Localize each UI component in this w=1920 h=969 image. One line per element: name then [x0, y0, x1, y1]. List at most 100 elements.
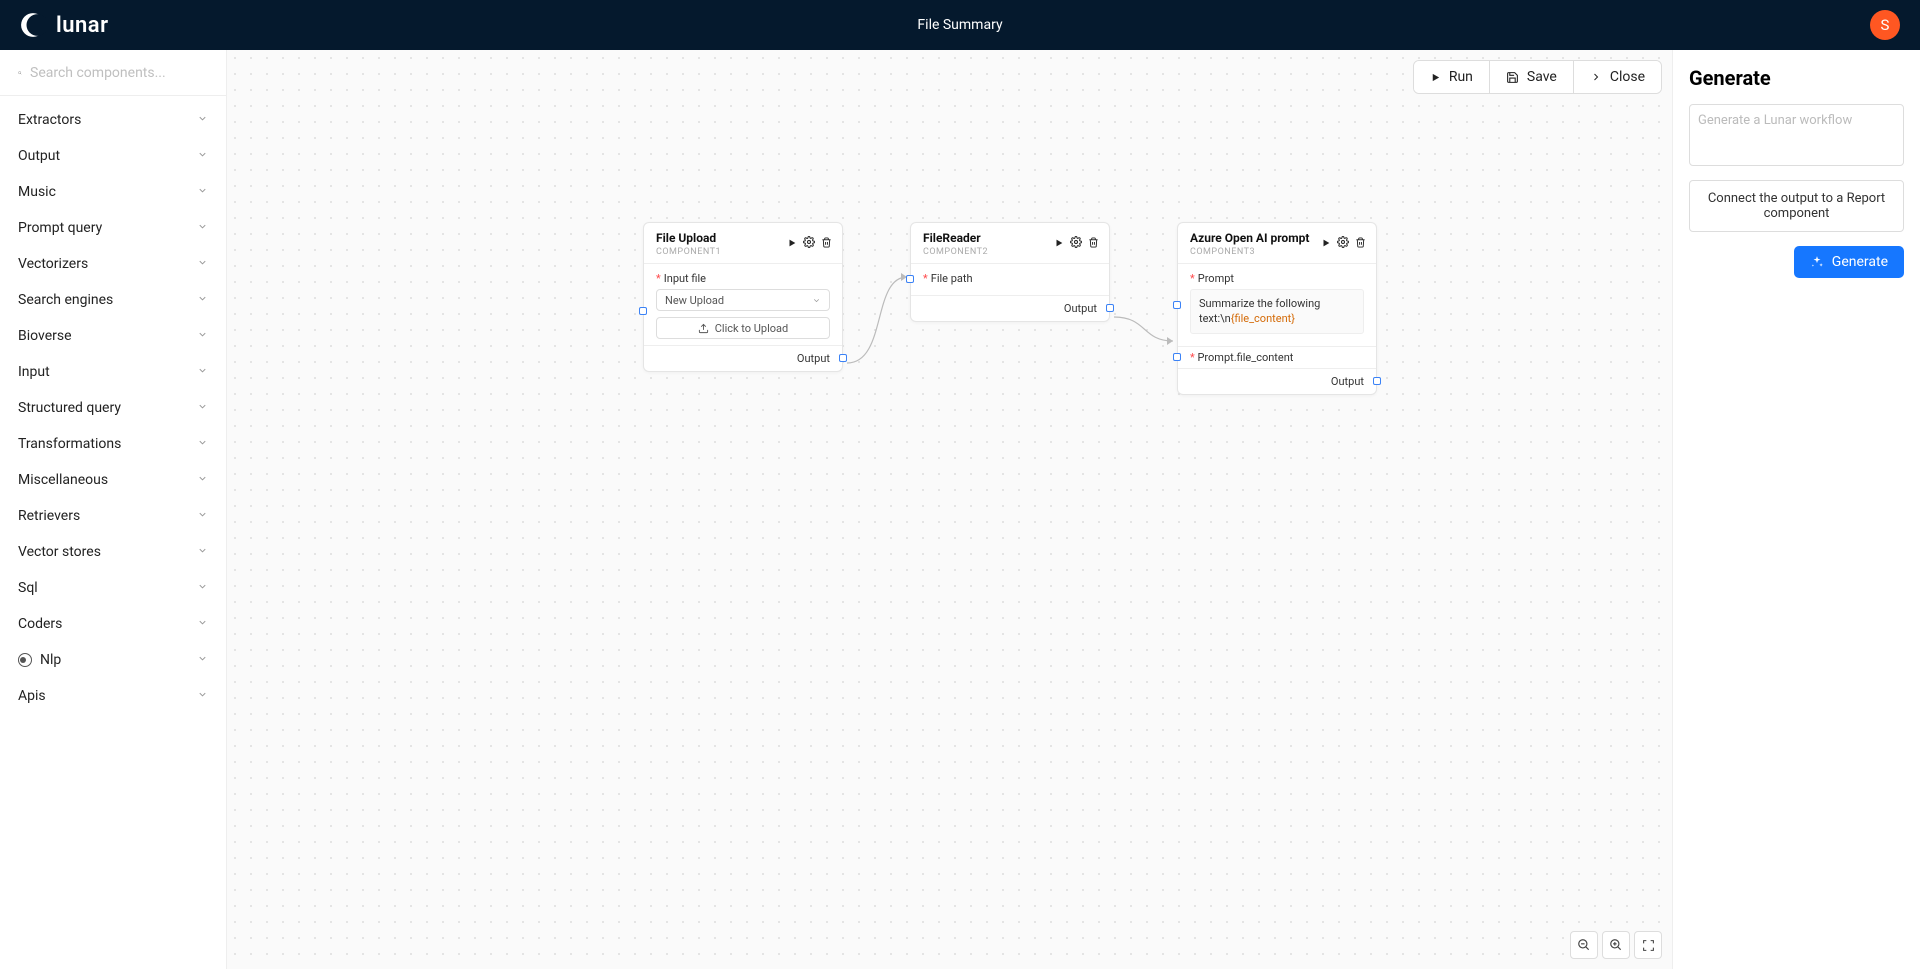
gear-icon[interactable]	[803, 233, 815, 252]
sidebar-item-nlp[interactable]: Nlp	[0, 642, 226, 678]
sidebar-item-label: Vectorizers	[18, 256, 88, 272]
sidebar-item-retrievers[interactable]: Retrievers	[0, 498, 226, 534]
chevron-down-icon	[197, 256, 208, 272]
field-label: *Input file	[656, 272, 830, 285]
output-port[interactable]	[839, 354, 847, 362]
select-value: New Upload	[665, 294, 724, 307]
run-label: Run	[1449, 69, 1473, 85]
node-title: FileReader	[923, 231, 988, 245]
prompt-code[interactable]: Summarize the following text:\n{file_con…	[1190, 289, 1364, 334]
node-subtitle: COMPONENT1	[656, 247, 721, 257]
input-port-file-content[interactable]	[1173, 353, 1181, 361]
trash-icon[interactable]	[1355, 233, 1366, 252]
input-port-prompt[interactable]	[1173, 301, 1181, 309]
app-name: lunar	[56, 13, 109, 38]
chevron-down-icon	[197, 688, 208, 704]
generate-hint[interactable]: Connect the output to a Report component	[1689, 180, 1904, 232]
logo: lunar	[20, 12, 109, 38]
sidebar-item-vectorizers[interactable]: Vectorizers	[0, 246, 226, 282]
sidebar-item-prompt-query[interactable]: Prompt query	[0, 210, 226, 246]
upload-select[interactable]: New Upload	[656, 289, 830, 311]
chevron-down-icon	[197, 292, 208, 308]
save-icon	[1506, 71, 1519, 84]
avatar[interactable]: S	[1870, 10, 1900, 40]
sidebar-item-label: Miscellaneous	[18, 472, 108, 488]
generate-prompt-input[interactable]	[1689, 104, 1904, 166]
node-input-row: * Prompt.file_content	[1178, 346, 1376, 368]
zoom-out-icon	[1577, 938, 1591, 952]
sidebar-item-label: Nlp	[40, 652, 61, 668]
node-file-reader[interactable]: FileReader COMPONENT2 *File path Output	[910, 222, 1110, 322]
sidebar-item-label: Output	[18, 148, 60, 164]
chevron-down-icon	[197, 400, 208, 416]
save-button[interactable]: Save	[1490, 61, 1574, 93]
moon-icon	[20, 12, 46, 38]
sidebar-item-coders[interactable]: Coders	[0, 606, 226, 642]
gear-icon[interactable]	[1337, 233, 1349, 252]
chevron-down-icon	[197, 220, 208, 236]
gear-icon[interactable]	[1070, 233, 1082, 252]
field-label: *Prompt	[1190, 272, 1364, 285]
sidebar-item-transformations[interactable]: Transformations	[0, 426, 226, 462]
sidebar-item-apis[interactable]: Apis	[0, 678, 226, 714]
chevron-down-icon	[197, 112, 208, 128]
sidebar-item-label: Vector stores	[18, 544, 101, 560]
sidebar-item-label: Transformations	[18, 436, 121, 452]
sidebar-item-label: Retrievers	[18, 508, 80, 524]
search-wrap	[0, 50, 226, 96]
input-port[interactable]	[639, 307, 647, 315]
sidebar-item-search-engines[interactable]: Search engines	[0, 282, 226, 318]
sidebar-item-sql[interactable]: Sql	[0, 570, 226, 606]
sidebar-item-miscellaneous[interactable]: Miscellaneous	[0, 462, 226, 498]
chevron-down-icon	[197, 580, 208, 596]
field-label: *File path	[923, 272, 1097, 285]
sidebar-item-label: Music	[18, 184, 56, 200]
page-title: File Summary	[917, 17, 1002, 33]
node-azure-openai-prompt[interactable]: Azure Open AI prompt COMPONENT3 *Prompt …	[1177, 222, 1377, 395]
sidebar-item-vector-stores[interactable]: Vector stores	[0, 534, 226, 570]
canvas[interactable]: Run Save Close File Upload	[227, 50, 1672, 969]
chevron-down-icon	[197, 616, 208, 632]
sidebar-item-structured-query[interactable]: Structured query	[0, 390, 226, 426]
sidebar-item-label: Bioverse	[18, 328, 72, 344]
search-input[interactable]	[30, 65, 208, 81]
output-port[interactable]	[1373, 377, 1381, 385]
output-port[interactable]	[1106, 304, 1114, 312]
nlp-icon	[18, 653, 32, 667]
generate-panel: Generate Connect the output to a Report …	[1672, 50, 1920, 969]
sidebar-categories: Extractors Output Music Prompt query Vectori…	[0, 96, 226, 969]
node-title: Azure Open AI prompt	[1190, 231, 1309, 245]
canvas-toolbar: Run Save Close	[1413, 60, 1662, 94]
zoom-in-button[interactable]	[1602, 931, 1630, 959]
fullscreen-icon	[1642, 939, 1655, 952]
chevron-right-icon	[1590, 71, 1602, 83]
zoom-in-icon	[1609, 938, 1623, 952]
node-file-upload[interactable]: File Upload COMPONENT1 *Input file New U…	[643, 222, 843, 372]
upload-label: Click to Upload	[715, 322, 789, 335]
upload-icon	[698, 323, 709, 334]
input-port[interactable]	[906, 275, 914, 283]
node-output: Output	[1178, 368, 1376, 394]
sidebar-item-label: Search engines	[18, 292, 113, 308]
sidebar-item-bioverse[interactable]: Bioverse	[0, 318, 226, 354]
upload-button[interactable]: Click to Upload	[656, 317, 830, 339]
node-title: File Upload	[656, 231, 721, 245]
close-button[interactable]: Close	[1574, 61, 1661, 93]
zoom-out-button[interactable]	[1570, 931, 1598, 959]
sidebar-item-extractors[interactable]: Extractors	[0, 102, 226, 138]
search-icon	[18, 66, 22, 80]
trash-icon[interactable]	[1088, 233, 1099, 252]
play-icon[interactable]	[1321, 233, 1331, 252]
run-button[interactable]: Run	[1414, 61, 1490, 93]
trash-icon[interactable]	[821, 233, 832, 252]
sidebar-item-music[interactable]: Music	[0, 174, 226, 210]
sidebar-item-label: Apis	[18, 688, 46, 704]
generate-button[interactable]: Generate	[1794, 246, 1904, 278]
play-icon[interactable]	[787, 233, 797, 252]
fullscreen-button[interactable]	[1634, 931, 1662, 959]
chevron-down-icon	[197, 184, 208, 200]
chevron-down-icon	[197, 544, 208, 560]
play-icon[interactable]	[1054, 233, 1064, 252]
sidebar-item-output[interactable]: Output	[0, 138, 226, 174]
sidebar-item-input[interactable]: Input	[0, 354, 226, 390]
